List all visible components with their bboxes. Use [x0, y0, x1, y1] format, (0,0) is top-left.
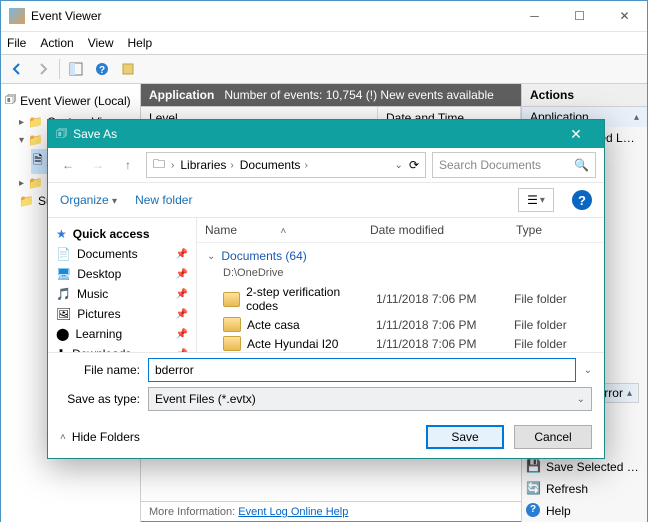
col-name[interactable]: Name ˄: [197, 218, 362, 242]
nav-learning[interactable]: ⬤Learning📌: [52, 324, 192, 344]
nav-back-button[interactable]: ←: [56, 153, 80, 177]
file-row[interactable]: 2-step verification codes1/11/2018 7:06 …: [197, 283, 604, 315]
address-bar[interactable]: 🗀 › Libraries› Documents› ⌄ ⟳: [146, 152, 426, 178]
details-header: More Information: Event Log Online Help: [141, 501, 521, 522]
tree-root[interactable]: 🗊Event Viewer (Local): [3, 88, 138, 113]
filename-dropdown[interactable]: ⌄: [584, 365, 592, 376]
menu-file[interactable]: File: [7, 36, 26, 50]
save-button[interactable]: Save: [426, 425, 504, 449]
filename-input[interactable]: [148, 358, 576, 382]
filename-label: File name:: [60, 363, 140, 377]
view-options-button[interactable]: ☰▾: [518, 188, 554, 212]
search-box[interactable]: Search Documents 🔍: [432, 152, 596, 178]
forward-button[interactable]: [31, 57, 55, 81]
nav-quick-access[interactable]: ★Quick access: [52, 224, 192, 244]
savetype-combo[interactable]: Event Files (*.evtx)⌄: [148, 387, 592, 411]
maximize-button[interactable]: ☐: [557, 2, 602, 31]
minimize-button[interactable]: ─: [512, 2, 557, 31]
dialog-help-button[interactable]: ?: [572, 190, 592, 210]
toolbar: ?: [1, 54, 647, 84]
crumb-documents[interactable]: Documents›: [240, 158, 308, 172]
nav-pane[interactable]: ★Quick access 📄Documents📌 🖥Desktop📌 🎵Mus…: [48, 218, 197, 352]
action-save-selected[interactable]: 💾Save Selected Events...: [522, 456, 647, 478]
group-location: D:\OneDrive: [197, 267, 604, 283]
back-button[interactable]: [5, 57, 29, 81]
nav-pictures[interactable]: 🖼Pictures📌: [52, 304, 192, 324]
organize-menu[interactable]: Organize ▾: [60, 193, 117, 207]
cancel-button[interactable]: Cancel: [514, 425, 592, 449]
save-icon: 🗊: [56, 124, 67, 145]
hide-folders-button[interactable]: ˄Hide Folders: [60, 430, 140, 444]
col-type[interactable]: Type: [508, 218, 604, 242]
window-title: Event Viewer: [31, 9, 512, 23]
search-icon: 🔍: [574, 158, 589, 172]
save-as-dialog: 🗊Save As ✕ ← → ↑ 🗀 › Libraries› Document…: [47, 119, 605, 459]
close-button[interactable]: ✕: [602, 2, 647, 31]
menu-view[interactable]: View: [88, 36, 114, 50]
dialog-titlebar[interactable]: 🗊Save As ✕: [48, 120, 604, 148]
menu-action[interactable]: Action: [40, 36, 73, 50]
action-help[interactable]: ?Help: [522, 500, 647, 522]
action-refresh[interactable]: 🔄Refresh: [522, 478, 647, 500]
nav-desktop[interactable]: 🖥Desktop📌: [52, 264, 192, 284]
crumb-libraries[interactable]: Libraries›: [180, 158, 233, 172]
dialog-close-button[interactable]: ✕: [556, 126, 596, 143]
refresh-button[interactable]: [116, 57, 140, 81]
nav-forward-button[interactable]: →: [86, 153, 110, 177]
list-header: Application Number of events: 10,754 (!)…: [141, 84, 521, 106]
event-log-help-link[interactable]: Event Log Online Help: [238, 506, 348, 518]
new-folder-button[interactable]: New folder: [135, 193, 192, 207]
file-row[interactable]: Acte casa1/11/2018 7:06 PMFile folder: [197, 315, 604, 334]
folder-icon: [223, 336, 241, 351]
file-row[interactable]: Acte Hyundai I201/11/2018 7:06 PMFile fo…: [197, 334, 604, 352]
folder-icon: [223, 292, 240, 307]
col-date-modified[interactable]: Date modified: [362, 218, 508, 242]
show-hide-tree-button[interactable]: [64, 57, 88, 81]
help-button[interactable]: ?: [90, 57, 114, 81]
svg-text:?: ?: [99, 65, 105, 76]
savetype-label: Save as type:: [60, 392, 140, 406]
titlebar: Event Viewer ─ ☐ ✕: [1, 1, 647, 32]
menu-help[interactable]: Help: [128, 36, 153, 50]
nav-up-button[interactable]: ↑: [116, 153, 140, 177]
event-viewer-window: Event Viewer ─ ☐ ✕ File Action View Help…: [0, 0, 648, 522]
app-icon: [9, 8, 25, 24]
folder-icon: [223, 317, 241, 332]
menubar: File Action View Help: [1, 32, 647, 54]
nav-music[interactable]: 🎵Music📌: [52, 284, 192, 304]
nav-documents[interactable]: 📄Documents📌: [52, 244, 192, 264]
file-list[interactable]: Name ˄ Date modified Type ⌄Documents (64…: [197, 218, 604, 352]
libraries-icon: 🗀: [153, 155, 165, 176]
actions-title: Actions: [522, 84, 647, 107]
address-dropdown[interactable]: ⌄: [395, 160, 403, 171]
refresh-icon[interactable]: ⟳: [409, 158, 419, 172]
nav-downloads[interactable]: ⬇Downloads📌: [52, 344, 192, 352]
group-header[interactable]: ⌄Documents (64): [197, 245, 604, 267]
